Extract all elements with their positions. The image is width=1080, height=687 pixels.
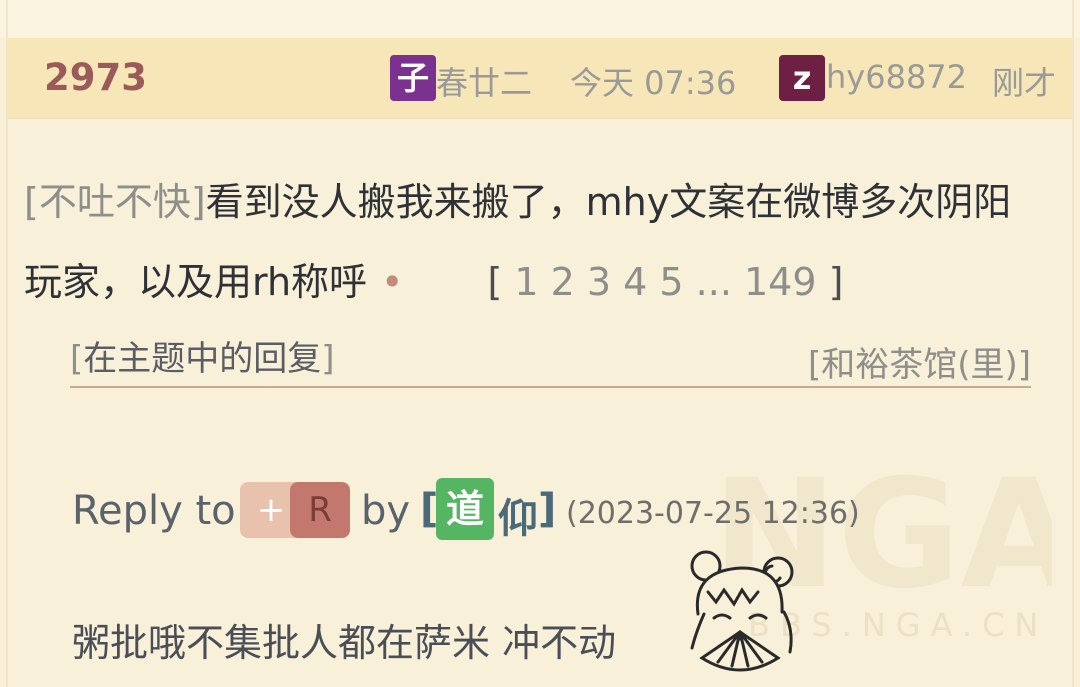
user-close-bracket: ] — [538, 486, 557, 532]
by-label: by — [361, 488, 411, 534]
replier-badge[interactable]: 道 — [436, 478, 494, 540]
post-title[interactable]: [不吐不快]看到没人搬我来搬了，mhy文案在微博多次阴阳玩家，以及用rh称呼 •[… — [24, 162, 1044, 322]
replier-name[interactable]: 仰 — [498, 486, 538, 544]
chibi-girl-fan-sticker-icon — [690, 550, 794, 672]
last-reply-time: 刚才 — [992, 64, 1057, 102]
reply-ref-button[interactable]: R — [290, 482, 350, 538]
author-name[interactable]: 春廿二 — [436, 58, 532, 104]
previous-item-band — [0, 0, 1080, 38]
post-time: 今天 07:36 — [570, 64, 737, 102]
new-indicator-dot: • — [381, 260, 404, 304]
page-numbers[interactable]: 1 2 3 4 5 ... 149 — [514, 260, 816, 304]
reply-timestamp: (2023-07-25 12:36) — [566, 496, 860, 531]
reply-content: 粥批哦不集批人都在萨米 冲不动 — [72, 621, 617, 665]
reply-in-topic-tag: [在主题中的回复] — [70, 331, 335, 380]
subtag-open-bracket: [ — [70, 339, 84, 379]
forum-name-link[interactable]: [和裕茶馆(里)] — [808, 337, 1031, 386]
last-replier-name[interactable]: hy68872 — [826, 58, 967, 96]
last-replier-avatar-badge: z — [779, 55, 825, 101]
author-avatar-badge: 子 — [390, 55, 436, 101]
frame-right-border — [1072, 0, 1074, 687]
post-category-tag: [不吐不快] — [24, 180, 206, 224]
subtag-text: 在主题中的回复 — [83, 339, 322, 379]
reply-to-label: Reply to — [72, 488, 236, 534]
reply-count: 2973 — [44, 56, 147, 99]
subtag-close-bracket: ] — [321, 339, 335, 379]
pages-close-bracket: ] — [828, 260, 844, 304]
page-links: [ 1 2 3 4 5 ... 149 ] — [487, 260, 843, 304]
pages-open-bracket: [ — [487, 260, 503, 304]
divider — [70, 386, 1031, 388]
